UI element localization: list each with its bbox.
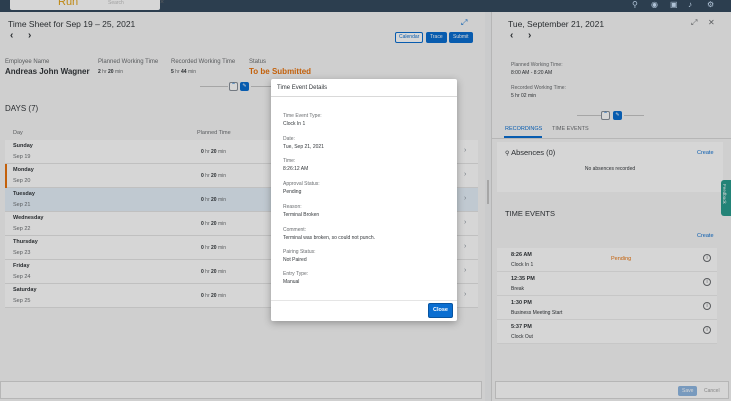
- field-label-approval: Approval Status:: [283, 181, 320, 187]
- field-value-comment: Terminal was broken, so could not punch.: [283, 235, 375, 241]
- field-label-pairing: Pairing Status:: [283, 249, 316, 255]
- field-value-pairing: Not Paired: [283, 257, 307, 263]
- field-value-date: Tue, Sep 21, 2021: [283, 144, 324, 150]
- field-label-reason: Reason:: [283, 204, 302, 210]
- field-value-entry-type: Manual: [283, 279, 300, 285]
- field-label-comment: Comment:: [283, 227, 307, 233]
- time-event-details-dialog: Time Event Details Time Event Type: Cloc…: [271, 79, 457, 321]
- field-value-type: Clock In 1: [283, 121, 306, 127]
- field-label-time: Time:: [283, 158, 296, 164]
- field-value-approval: Pending: [283, 189, 302, 195]
- dialog-footer-divider: [271, 300, 457, 301]
- field-label-entry-type: Entry Type:: [283, 271, 309, 277]
- field-label-date: Date:: [283, 136, 295, 142]
- field-label-type: Time Event Type:: [283, 113, 322, 119]
- field-value-time: 8:26:12 AM: [283, 166, 309, 172]
- field-value-reason: Terminal Broken: [283, 212, 320, 218]
- dialog-title: Time Event Details: [277, 85, 328, 91]
- dialog-header: Time Event Details: [271, 79, 457, 97]
- close-button[interactable]: Close: [428, 303, 453, 318]
